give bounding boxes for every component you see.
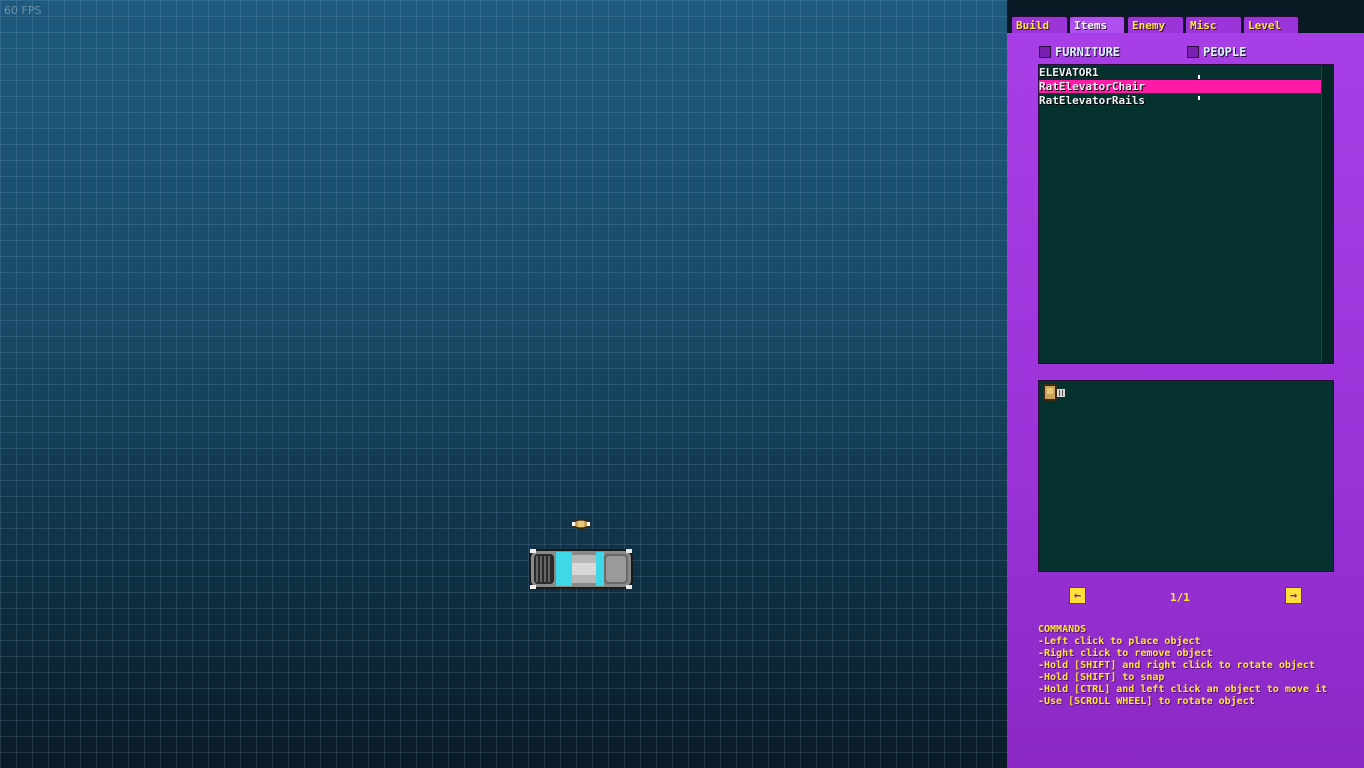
command-line: -Hold [CTRL] and left click an object to… — [1038, 684, 1327, 695]
command-line: -Use [SCROLL WHEEL] to rotate object — [1038, 696, 1255, 707]
item-preview — [1038, 380, 1334, 572]
placed-vehicle-object[interactable] — [528, 546, 634, 592]
level-viewport[interactable]: 60 FPS — [0, 0, 1007, 768]
list-item-selected[interactable]: RatElevatorChair — [1039, 80, 1322, 93]
furniture-checkbox[interactable] — [1039, 46, 1051, 58]
cursor-mark — [1198, 96, 1200, 100]
prev-page-button[interactable]: ← — [1069, 587, 1086, 604]
command-line: -Hold [SHIFT] and right click to rotate … — [1038, 660, 1315, 671]
right-arrow-icon: → — [1289, 588, 1298, 602]
fps-counter: 60 FPS — [4, 4, 42, 17]
tab-enemy[interactable]: Enemy — [1127, 16, 1184, 33]
page-indicator: 1/1 — [1170, 591, 1190, 604]
tab-items[interactable]: Items — [1069, 16, 1125, 33]
item-list[interactable]: ELEVATOR1 RatElevatorChair RatElevatorRa… — [1038, 64, 1334, 364]
list-scrollbar[interactable] — [1321, 65, 1333, 363]
tab-build[interactable]: Build — [1011, 16, 1068, 33]
furniture-label: FURNITURE — [1055, 45, 1121, 59]
command-line: -Hold [SHIFT] to snap — [1038, 672, 1165, 683]
people-checkbox[interactable] — [1187, 46, 1199, 58]
chair-preview-icon — [1043, 384, 1065, 401]
list-item[interactable]: RatElevatorRails — [1039, 94, 1322, 107]
left-arrow-icon: ← — [1073, 588, 1082, 602]
commands-help: COMMANDS -Left click to place object -Ri… — [1038, 624, 1327, 708]
cursor-mark — [1198, 75, 1200, 79]
tab-level[interactable]: Level — [1243, 16, 1299, 33]
next-page-button[interactable]: → — [1285, 587, 1302, 604]
commands-title: COMMANDS — [1038, 624, 1087, 635]
command-line: -Right click to remove object — [1038, 648, 1213, 659]
people-label: PEOPLE — [1203, 45, 1247, 59]
command-line: -Left click to place object — [1038, 636, 1201, 647]
tab-misc[interactable]: Misc — [1185, 16, 1242, 33]
list-item[interactable]: ELEVATOR1 — [1039, 66, 1322, 79]
placed-chair-object[interactable] — [569, 517, 593, 531]
